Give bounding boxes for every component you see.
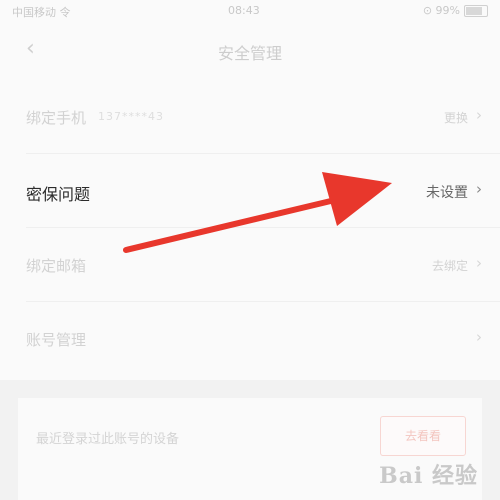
security-management-screen: 中国移动 令 08:43 ⊙ 99% ‹ 安全管理 绑定手机 137****43… (0, 0, 500, 500)
red-arrow-icon (123, 172, 392, 253)
watermark-logo: Bai 经验 (379, 463, 478, 489)
